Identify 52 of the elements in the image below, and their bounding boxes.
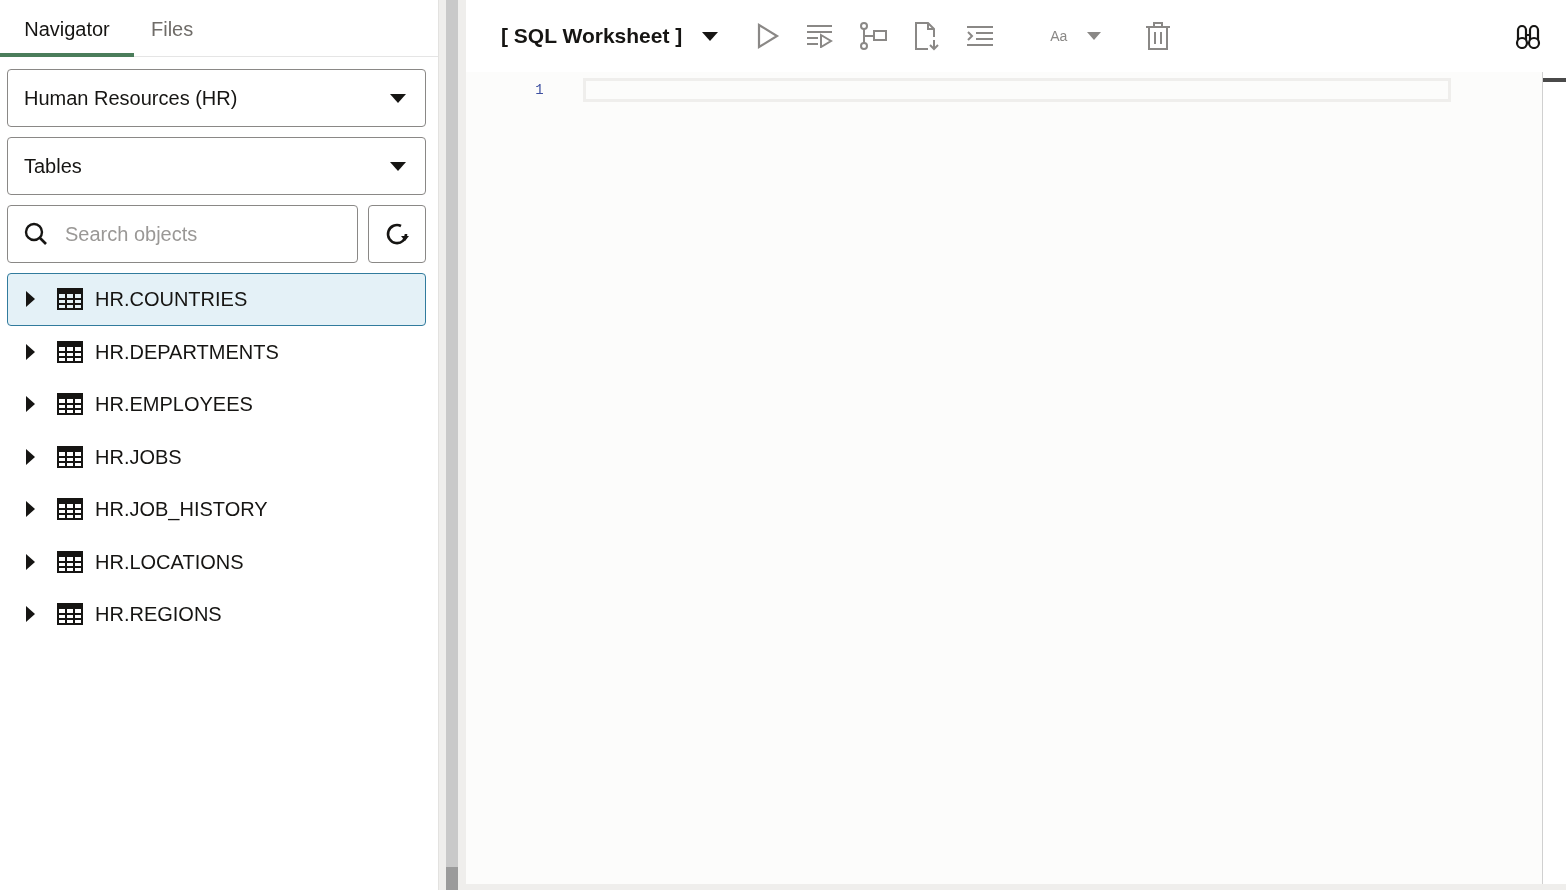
caret-right-icon[interactable] — [26, 343, 35, 360]
play-icon[interactable] — [756, 23, 781, 49]
caret-icon — [390, 161, 406, 171]
tree-item[interactable]: HR.LOCATIONS — [7, 535, 426, 588]
scrollbar-thumb[interactable] — [446, 867, 458, 890]
table-name: HR.EMPLOYEES — [95, 392, 253, 418]
table-icon — [57, 340, 83, 363]
indent-icon[interactable] — [966, 25, 995, 47]
caret-icon — [702, 31, 719, 41]
run-script-icon[interactable] — [806, 24, 835, 48]
table-icon — [57, 393, 83, 416]
table-name: HR.LOCATIONS — [95, 549, 244, 575]
table-icon — [57, 550, 83, 573]
caret-right-icon[interactable] — [26, 448, 35, 465]
scrollbar-thumb[interactable] — [1543, 78, 1566, 82]
object-type-select[interactable]: Tables — [7, 137, 426, 195]
explain-plan-icon[interactable] — [860, 22, 889, 50]
worksheet-dropdown[interactable]: [ SQL Worksheet ] — [501, 20, 719, 52]
line-number: 1 — [534, 81, 544, 100]
table-icon — [57, 288, 83, 311]
table-icon — [57, 445, 83, 468]
binoculars-icon[interactable] — [1514, 23, 1542, 49]
table-name: HR.JOBS — [95, 444, 182, 470]
search-icon — [24, 222, 48, 246]
trash-icon[interactable] — [1145, 22, 1172, 50]
panel-tab[interactable]: Files — [134, 0, 234, 57]
download-file-icon[interactable] — [914, 21, 941, 51]
refresh-icon — [384, 221, 410, 247]
table-name: HR.DEPARTMENTS — [95, 339, 279, 365]
caret-right-icon[interactable] — [26, 553, 35, 570]
table-icon — [57, 603, 83, 626]
schema-select[interactable]: Human Resources (HR) — [7, 69, 426, 127]
caret-right-icon[interactable] — [26, 501, 35, 518]
tree-item[interactable]: HR.DEPARTMENTS — [7, 325, 426, 378]
table-name: HR.REGIONS — [95, 602, 222, 628]
font-case-button[interactable]: Aa — [1050, 25, 1102, 47]
tree-item[interactable]: HR.JOB_HISTORY — [7, 483, 426, 536]
caret-right-icon[interactable] — [26, 396, 35, 413]
search-field[interactable]: Search objects — [7, 205, 358, 263]
caret-icon — [1087, 32, 1102, 40]
panel-tab[interactable]: Navigator — [0, 0, 134, 57]
tree-item[interactable]: HR.COUNTRIES — [7, 273, 426, 326]
caret-right-icon[interactable] — [26, 606, 35, 623]
caret-icon — [390, 93, 406, 103]
tree-item[interactable]: HR.REGIONS — [7, 588, 426, 641]
caret-right-icon[interactable] — [26, 291, 35, 308]
tree-item[interactable]: HR.EMPLOYEES — [7, 378, 426, 431]
table-name: HR.JOB_HISTORY — [95, 497, 268, 523]
refresh-button[interactable] — [368, 205, 426, 263]
table-name: HR.COUNTRIES — [95, 287, 248, 313]
tree-item[interactable]: HR.JOBS — [7, 430, 426, 483]
table-icon — [57, 498, 83, 521]
